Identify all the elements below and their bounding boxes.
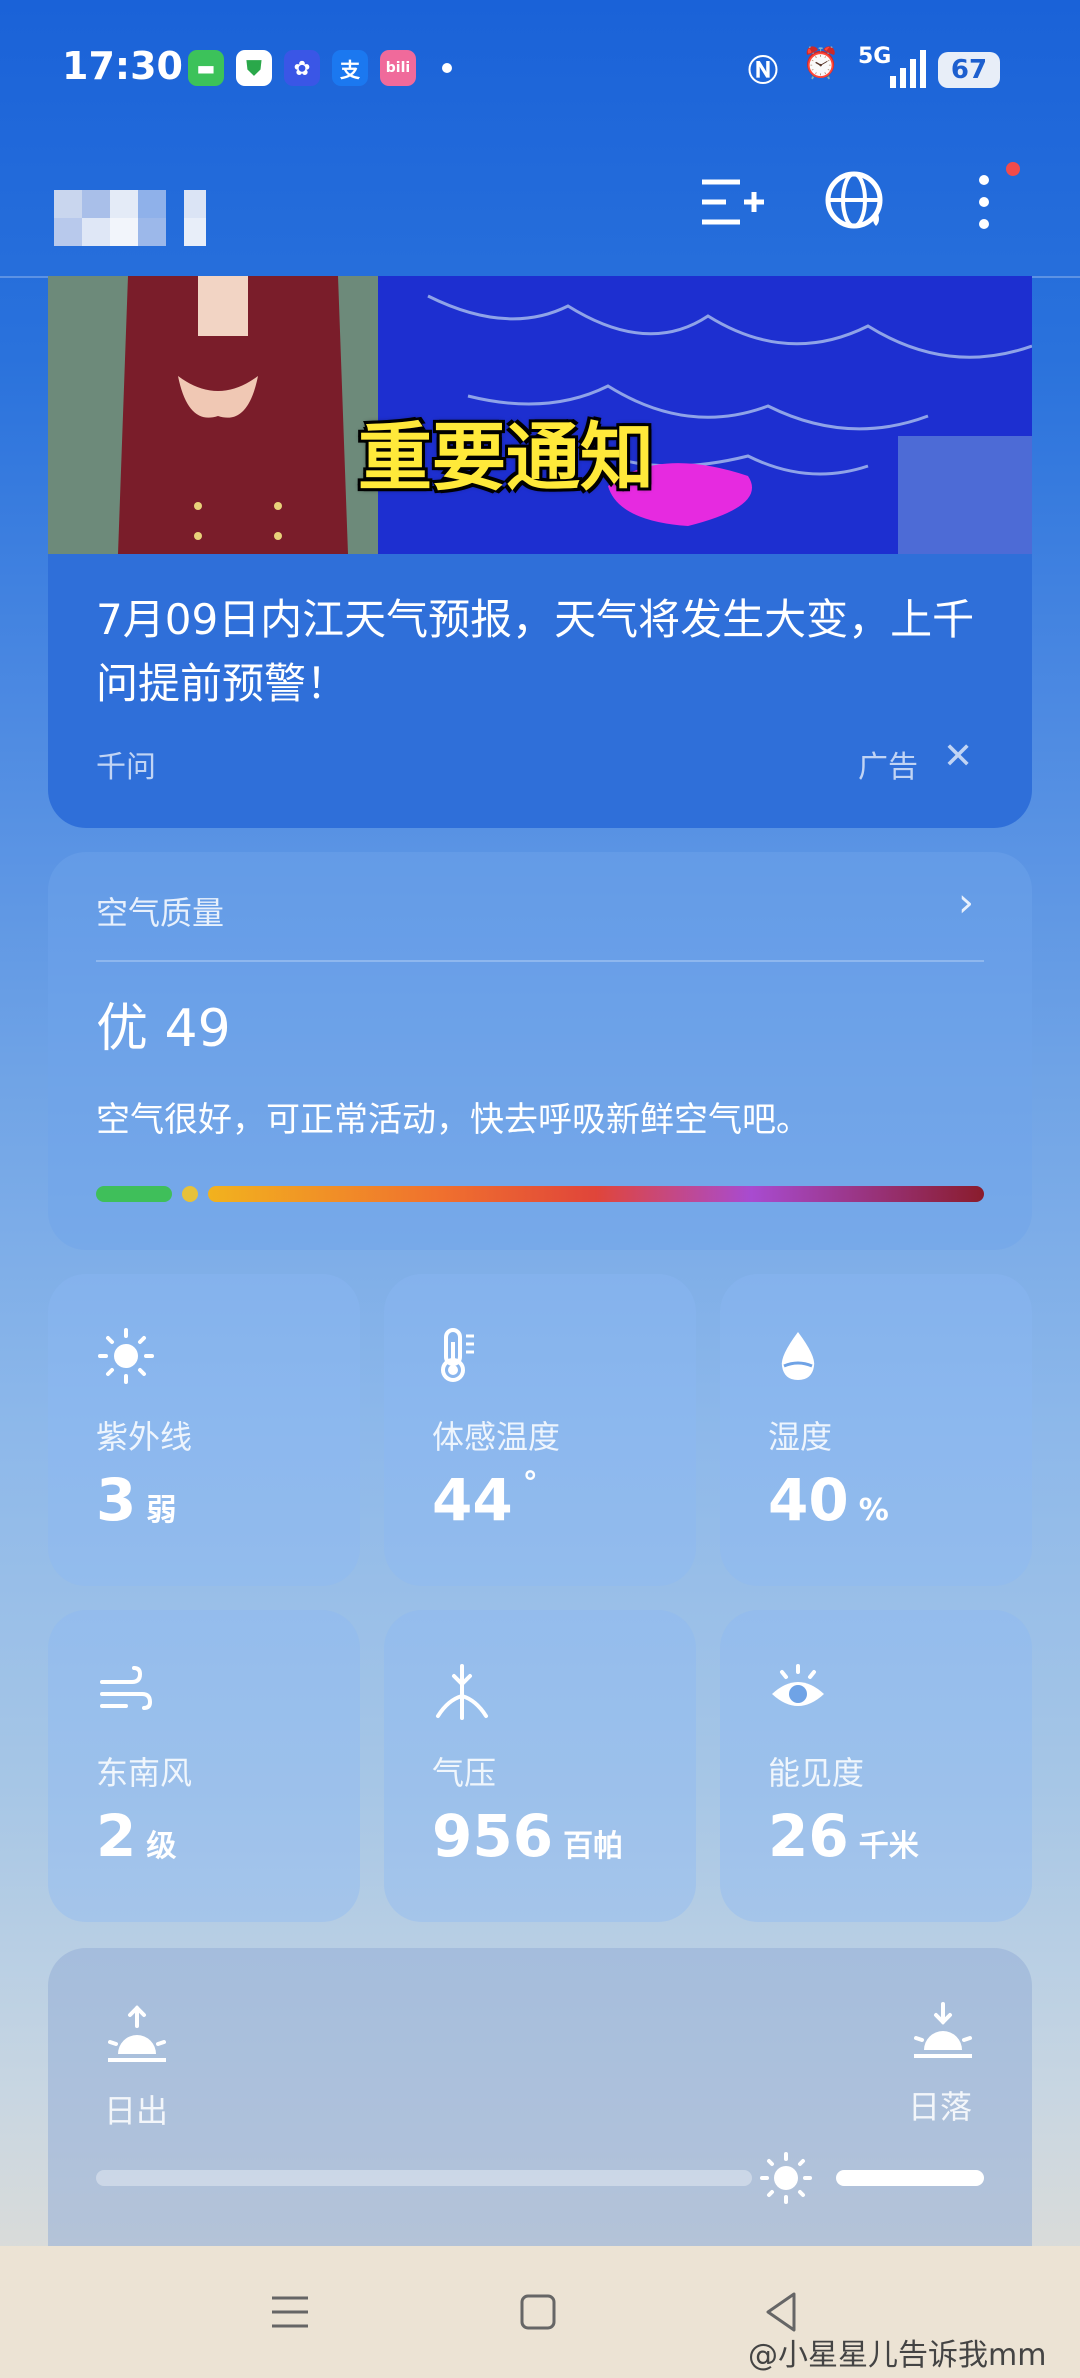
sun-progress-remaining	[836, 2170, 984, 2186]
ad-card[interactable]: 重要通知 7月09日内江天气预报，天气将发生大变，上千问提前预警！ 千问 广告 …	[48, 276, 1032, 828]
divider	[96, 960, 984, 962]
watermark: @小星星儿告诉我mm	[748, 2338, 1047, 2373]
air-quality-card[interactable]: 空气质量 › 优 49 空气很好，可正常活动，快去呼吸新鲜空气吧。	[48, 852, 1032, 1250]
ad-close-button[interactable]: ✕	[943, 736, 973, 777]
status-bar: 17:30 ▬ ⛊ ✿ 支 bili Ⓝ ⏰ 5G 67	[0, 0, 1080, 140]
sun-icon	[98, 1328, 154, 1384]
wind-card[interactable]: 东南风 2级	[48, 1610, 360, 1922]
messages-app-icon: ▬	[188, 50, 224, 86]
nfc-icon: Ⓝ	[748, 54, 778, 89]
home-button[interactable]	[508, 2282, 568, 2342]
sunset-icon	[914, 2002, 972, 2058]
thermometer-icon	[441, 1328, 474, 1382]
more-menu-icon[interactable]	[950, 168, 1020, 238]
sun-position-icon	[760, 2152, 812, 2204]
sunrise-label: 日出	[104, 2092, 169, 2130]
uv-index-card[interactable]: 紫外线 3弱	[48, 1274, 360, 1586]
recent-apps-button[interactable]	[260, 2282, 320, 2342]
globe-icon[interactable]	[822, 168, 892, 238]
alipay-icon: 支	[332, 50, 368, 86]
air-quality-level: 优 49	[96, 999, 231, 1059]
air-quality-indicator	[182, 1186, 198, 1202]
humidity-card[interactable]: 湿度 40%	[720, 1274, 1032, 1586]
humidity-label: 湿度	[768, 1418, 833, 1456]
network-type: 5G	[858, 44, 892, 69]
visibility-value: 26 千米	[768, 1802, 919, 1870]
ad-banner-text: 重要通知	[358, 415, 654, 501]
battery-indicator: 67	[938, 52, 1000, 88]
manage-cities-icon[interactable]	[696, 168, 766, 238]
humidity-drop-icon	[781, 1332, 815, 1380]
ad-title[interactable]: 7月09日内江天气预报，天气将发生大变，上千问提前预警！	[96, 588, 986, 716]
alarm-icon: ⏰	[802, 46, 840, 81]
more-notifications-dot	[442, 63, 452, 73]
chevron-right-icon[interactable]: ›	[958, 880, 974, 926]
humidity-value: 40%	[768, 1466, 889, 1534]
pressure-card[interactable]: 气压 956 百帕	[384, 1610, 696, 1922]
uv-value: 3弱	[96, 1466, 177, 1534]
visibility-label: 能见度	[768, 1754, 865, 1792]
air-quality-scale-bar	[96, 1186, 984, 1202]
air-quality-description: 空气很好，可正常活动，快去呼吸新鲜空气吧。	[96, 1100, 810, 1140]
wind-icon	[100, 1666, 153, 1710]
ad-banner-image[interactable]: 重要通知	[48, 276, 1032, 554]
pressure-icon	[436, 1664, 488, 1720]
feels-like-label: 体感温度	[432, 1418, 561, 1456]
location-name-blurred[interactable]	[54, 190, 214, 250]
wind-label: 东南风	[96, 1754, 193, 1792]
pressure-value: 956 百帕	[432, 1802, 624, 1870]
sunset-label: 日落	[908, 2088, 973, 2126]
notification-dot	[1006, 162, 1020, 176]
feels-like-value: 44 °	[432, 1466, 538, 1534]
app-icon: ✿	[284, 50, 320, 86]
uv-label: 紫外线	[96, 1418, 193, 1456]
bilibili-icon: bili	[380, 50, 416, 86]
signal-icon	[890, 50, 926, 88]
sunrise-icon	[108, 2005, 166, 2062]
sunrise-sunset-card[interactable]: 日出 日落	[48, 1948, 1032, 2248]
security-app-icon: ⛊	[236, 50, 272, 86]
sun-progress-track	[96, 2170, 752, 2186]
pressure-label: 气压	[432, 1754, 497, 1792]
visibility-card[interactable]: 能见度 26 千米	[720, 1610, 1032, 1922]
status-time: 17:30	[62, 44, 183, 88]
ad-source: 千问	[96, 750, 156, 785]
air-quality-title: 空气质量	[96, 894, 225, 932]
ad-label: 广告	[858, 750, 918, 785]
feels-like-card[interactable]: 体感温度 44 °	[384, 1274, 696, 1586]
wind-value: 2级	[96, 1802, 177, 1870]
eye-icon	[772, 1664, 824, 1706]
